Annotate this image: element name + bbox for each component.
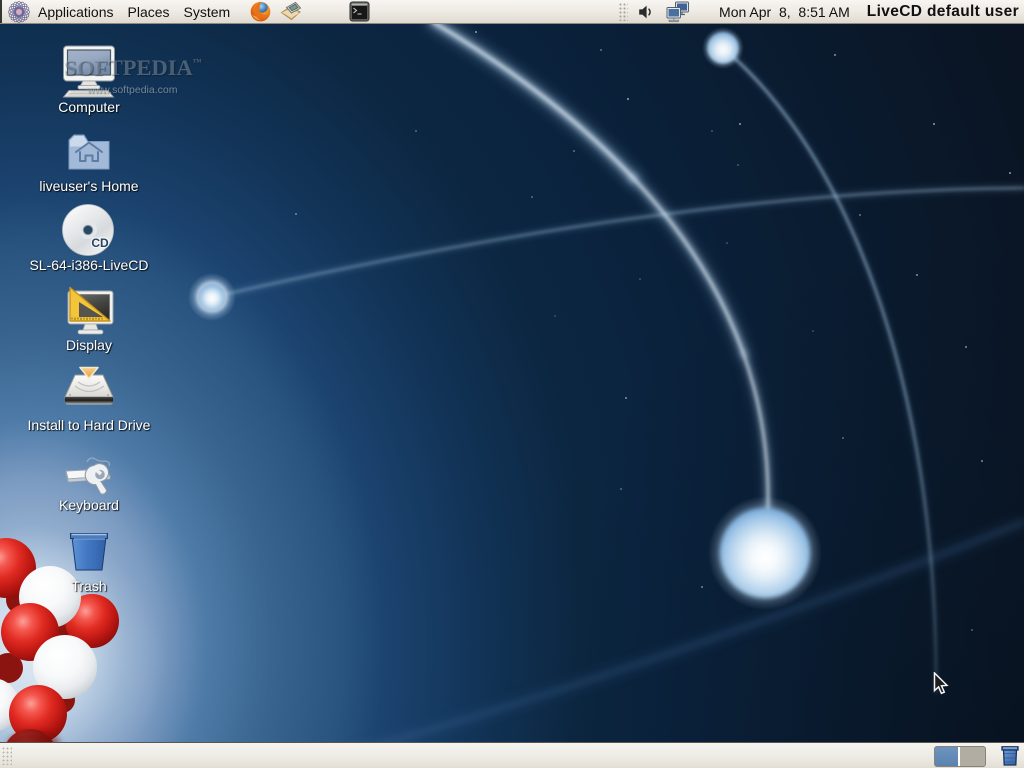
svg-text:CD: CD xyxy=(91,236,109,250)
